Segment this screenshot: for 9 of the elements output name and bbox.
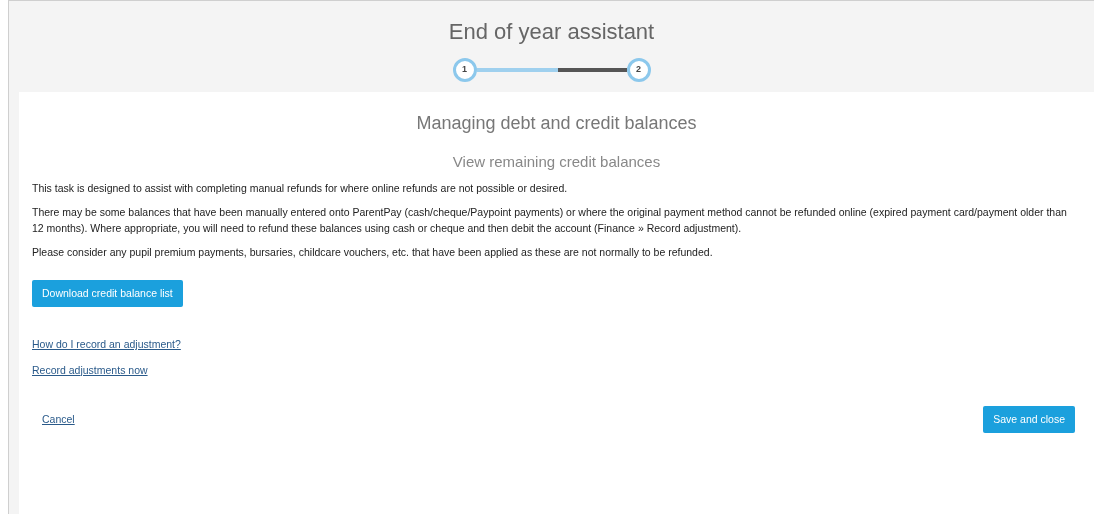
panel-subtitle: View remaining credit balances <box>451 152 662 172</box>
help-link[interactable]: Record adjustments now <box>32 362 148 379</box>
info-paragraph: This task is designed to assist with completing manual refunds for where online refunds are not possible or desired. <box>32 180 569 196</box>
help-link[interactable]: How do I record an adjustment? <box>32 336 181 353</box>
info-paragraph: There may be some balances that have been manually entered onto ParentPay (cash/cheque/Paypoint payments) or where the original payment method cannot be refunded online (expired payment card/payment older than 12 months). Where appropriate, you will need to refund these balances using cash or cheque and then debit the account (Finance » Record adjustment). <box>32 204 1068 236</box>
info-paragraph: Please consider any pupil premium payments, bursaries, childcare vouchers, etc. that have been applied as these are not normally to be refunded. <box>32 244 714 260</box>
assistant-title: End of year assistant <box>448 18 655 46</box>
cancel-link[interactable]: Cancel <box>42 412 75 428</box>
panel-title: Managing debt and credit balances <box>415 112 698 135</box>
